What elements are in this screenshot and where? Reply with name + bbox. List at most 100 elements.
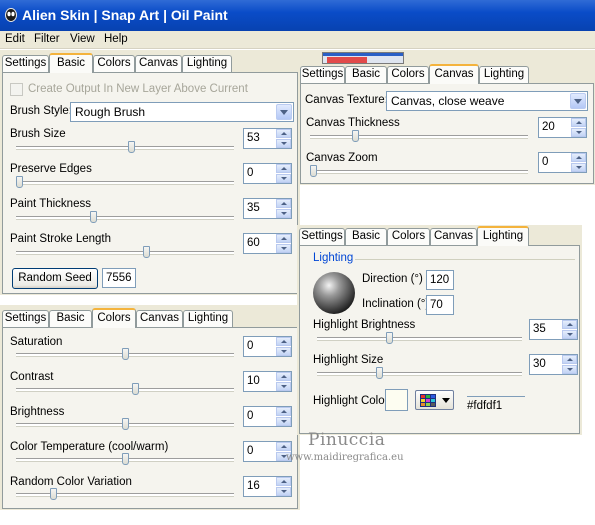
tab-lighting[interactable]: Lighting <box>477 226 529 246</box>
tab-settings[interactable]: Settings <box>2 55 49 72</box>
spin-down-icon[interactable] <box>276 382 291 391</box>
spin-down-icon[interactable] <box>276 174 291 183</box>
tab-canvas[interactable]: Canvas <box>430 228 477 245</box>
spin-down-icon[interactable] <box>276 139 291 148</box>
slider-thumb[interactable] <box>127 141 135 153</box>
value-spinner[interactable]: 0 <box>243 336 292 357</box>
direction-field[interactable]: 120 <box>426 270 454 290</box>
value-spinner[interactable]: 10 <box>243 371 292 392</box>
watermark-name: Pinuccia <box>308 430 386 450</box>
tab-basic[interactable]: Basic <box>49 53 93 73</box>
value-spinner[interactable]: 0 <box>538 152 587 173</box>
random-seed-field[interactable]: 7556 <box>102 268 136 288</box>
create-output-checkbox[interactable] <box>10 83 23 96</box>
menu-help[interactable]: Help <box>104 33 128 45</box>
menu-filter[interactable]: Filter <box>34 33 60 45</box>
tab-colors[interactable]: Colors <box>387 228 430 245</box>
slider-thumb[interactable] <box>142 246 150 258</box>
value-spinner[interactable]: 35 <box>529 319 578 340</box>
slider-thumb[interactable] <box>352 130 360 142</box>
spin-down-icon[interactable] <box>276 487 291 496</box>
spin-down-icon[interactable] <box>562 330 577 339</box>
slider-track[interactable] <box>16 146 234 149</box>
spin-down-icon[interactable] <box>276 244 291 253</box>
tab-lighting[interactable]: Lighting <box>479 66 529 83</box>
spin-up-icon[interactable] <box>571 118 586 127</box>
value-spinner[interactable]: 60 <box>243 233 292 254</box>
tab-canvas[interactable]: Canvas <box>429 64 479 84</box>
slider-thumb[interactable] <box>310 165 317 177</box>
spin-down-icon[interactable] <box>276 417 291 426</box>
spin-up-icon[interactable] <box>276 199 291 208</box>
slider-track[interactable] <box>310 170 528 173</box>
spin-down-icon[interactable] <box>562 365 577 374</box>
slider-track[interactable] <box>16 251 234 254</box>
tab-colors[interactable]: Colors <box>92 308 136 328</box>
slider-track[interactable] <box>16 181 234 184</box>
tab-settings[interactable]: Settings <box>2 310 49 327</box>
spin-up-icon[interactable] <box>562 355 577 364</box>
tab-basic[interactable]: Basic <box>49 310 92 327</box>
brush-style-select[interactable]: Rough Brush <box>70 102 294 122</box>
tab-canvas[interactable]: Canvas <box>136 310 183 327</box>
slider-thumb[interactable] <box>376 367 384 379</box>
canvas-texture-select[interactable]: Canvas, close weave <box>386 91 588 111</box>
highlight-color-swatch[interactable] <box>385 389 408 411</box>
spin-down-icon[interactable] <box>276 209 291 218</box>
slider-thumb[interactable] <box>132 383 140 395</box>
tab-lighting[interactable]: Lighting <box>183 310 233 327</box>
slider-thumb[interactable] <box>121 348 129 360</box>
spin-up-icon[interactable] <box>562 320 577 329</box>
value-spinner[interactable]: 0 <box>243 441 292 462</box>
value-spinner[interactable]: 0 <box>243 406 292 427</box>
slider-track[interactable] <box>310 135 528 138</box>
color-picker-button[interactable] <box>415 390 454 410</box>
value-spinner[interactable]: 0 <box>243 163 292 184</box>
spin-up-icon[interactable] <box>276 164 291 173</box>
slider-thumb[interactable] <box>121 453 129 465</box>
spin-up-icon[interactable] <box>276 442 291 451</box>
menu-edit[interactable]: Edit <box>5 33 25 45</box>
menu-view[interactable]: View <box>70 33 95 45</box>
slider-track[interactable] <box>16 388 234 391</box>
random-seed-button[interactable]: Random Seed <box>12 268 98 289</box>
value-spinner[interactable]: 20 <box>538 117 587 138</box>
light-direction-sphere-icon[interactable] <box>311 270 357 316</box>
tab-canvas[interactable]: Canvas <box>135 55 182 72</box>
slider-thumb[interactable] <box>89 211 97 223</box>
tab-settings[interactable]: Settings <box>300 66 345 83</box>
slider-thumb[interactable] <box>49 488 57 500</box>
tab-colors[interactable]: Colors <box>387 66 429 83</box>
spin-up-icon[interactable] <box>276 337 291 346</box>
spin-down-icon[interactable] <box>571 163 586 172</box>
value-spinner[interactable]: 53 <box>243 128 292 149</box>
inclination-field[interactable]: 70 <box>426 295 454 315</box>
spin-up-icon[interactable] <box>276 477 291 486</box>
dropdown-arrow-icon[interactable] <box>276 104 292 120</box>
tab-settings[interactable]: Settings <box>299 228 345 245</box>
spinner-value: 60 <box>247 237 260 249</box>
spinner-value: 0 <box>247 340 254 352</box>
tab-lighting[interactable]: Lighting <box>182 55 232 72</box>
spin-up-icon[interactable] <box>276 407 291 416</box>
spin-up-icon[interactable] <box>276 234 291 243</box>
slider-thumb[interactable] <box>16 176 23 188</box>
tab-basic[interactable]: Basic <box>345 66 387 83</box>
tab-basic[interactable]: Basic <box>345 228 387 245</box>
spin-up-icon[interactable] <box>276 129 291 138</box>
value-spinner[interactable]: 30 <box>529 354 578 375</box>
slider-track[interactable] <box>317 372 522 375</box>
spin-down-icon[interactable] <box>571 128 586 137</box>
slider-thumb[interactable] <box>386 332 394 344</box>
tab-colors[interactable]: Colors <box>93 55 135 72</box>
spin-up-icon[interactable] <box>276 372 291 381</box>
slider-track[interactable] <box>16 493 234 496</box>
value-spinner[interactable]: 35 <box>243 198 292 219</box>
spin-up-icon[interactable] <box>571 153 586 162</box>
slider-thumb[interactable] <box>121 418 129 430</box>
value-spinner[interactable]: 16 <box>243 476 292 497</box>
slider-track[interactable] <box>317 337 522 340</box>
dropdown-arrow-icon[interactable] <box>570 93 586 109</box>
spin-down-icon[interactable] <box>276 347 291 356</box>
slider-track[interactable] <box>16 216 234 219</box>
